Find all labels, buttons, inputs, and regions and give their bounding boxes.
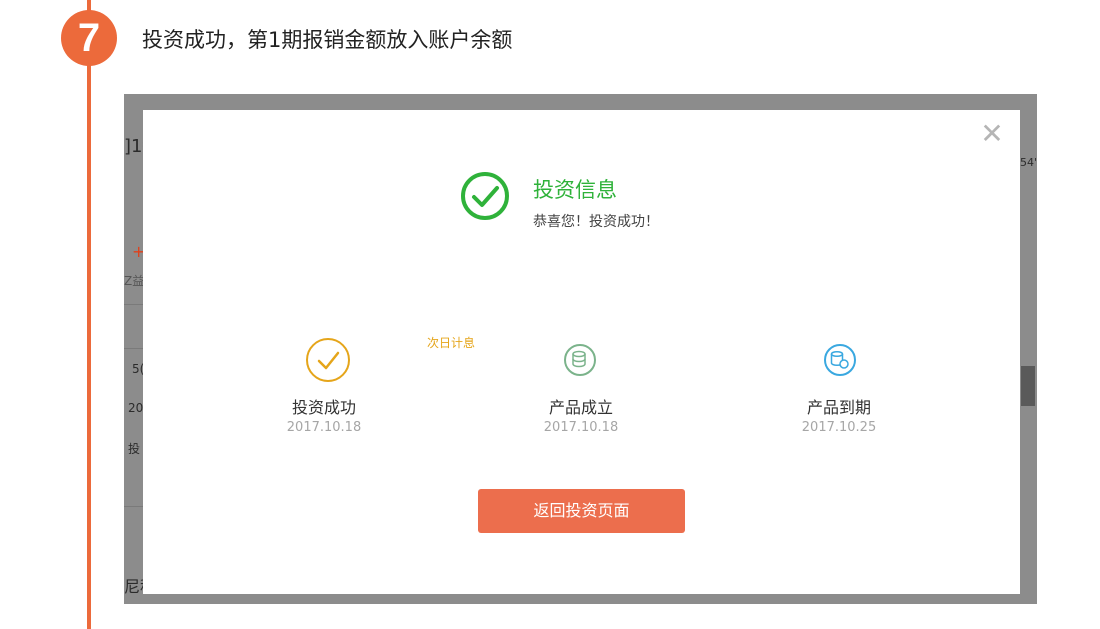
bg-row-3: 投 <box>128 442 141 456</box>
coin-clock-icon <box>824 344 856 376</box>
timeline-step-3-date: 2017.10.25 <box>801 420 877 435</box>
step-number-badge: 7 <box>61 10 117 66</box>
timeline-step-1-label: 投资成功 <box>291 398 356 417</box>
timeline-interest-label: 次日计息 <box>427 336 476 350</box>
bg-divider <box>124 304 143 305</box>
bg-divider <box>124 506 143 507</box>
bg-income-fragment: Z益 <box>124 274 145 288</box>
embedded-screenshot: ]1ŧ 54' + Z益 5( 20 投 尼程 ✕ 投资信息 恭喜您！投资成功！ <box>124 94 1037 604</box>
timeline-step-1-date: 2017.10.18 <box>286 420 362 435</box>
bg-scrollbar[interactable] <box>1021 366 1035 406</box>
return-to-investment-button[interactable]: 返回投资页面 <box>478 489 685 533</box>
timeline-step-2-date: 2017.10.18 <box>543 420 619 435</box>
investment-dialog: ✕ 投资信息 恭喜您！投资成功！ 次日计息 投资成功 2017.10.18 产品… <box>143 110 1020 594</box>
step-rail <box>87 0 91 629</box>
timeline-step-3-label: 产品到期 <box>806 398 871 417</box>
bg-row-2: 20 <box>128 401 144 415</box>
step-caption: 投资成功，第1期报销金额放入账户余额 <box>142 28 513 52</box>
bg-divider <box>124 348 143 349</box>
coin-stack-icon <box>564 344 596 376</box>
check-circle-icon <box>306 338 350 382</box>
timeline-step-2-label: 产品成立 <box>548 398 613 417</box>
bg-right-fragment: 54' <box>1020 156 1037 169</box>
